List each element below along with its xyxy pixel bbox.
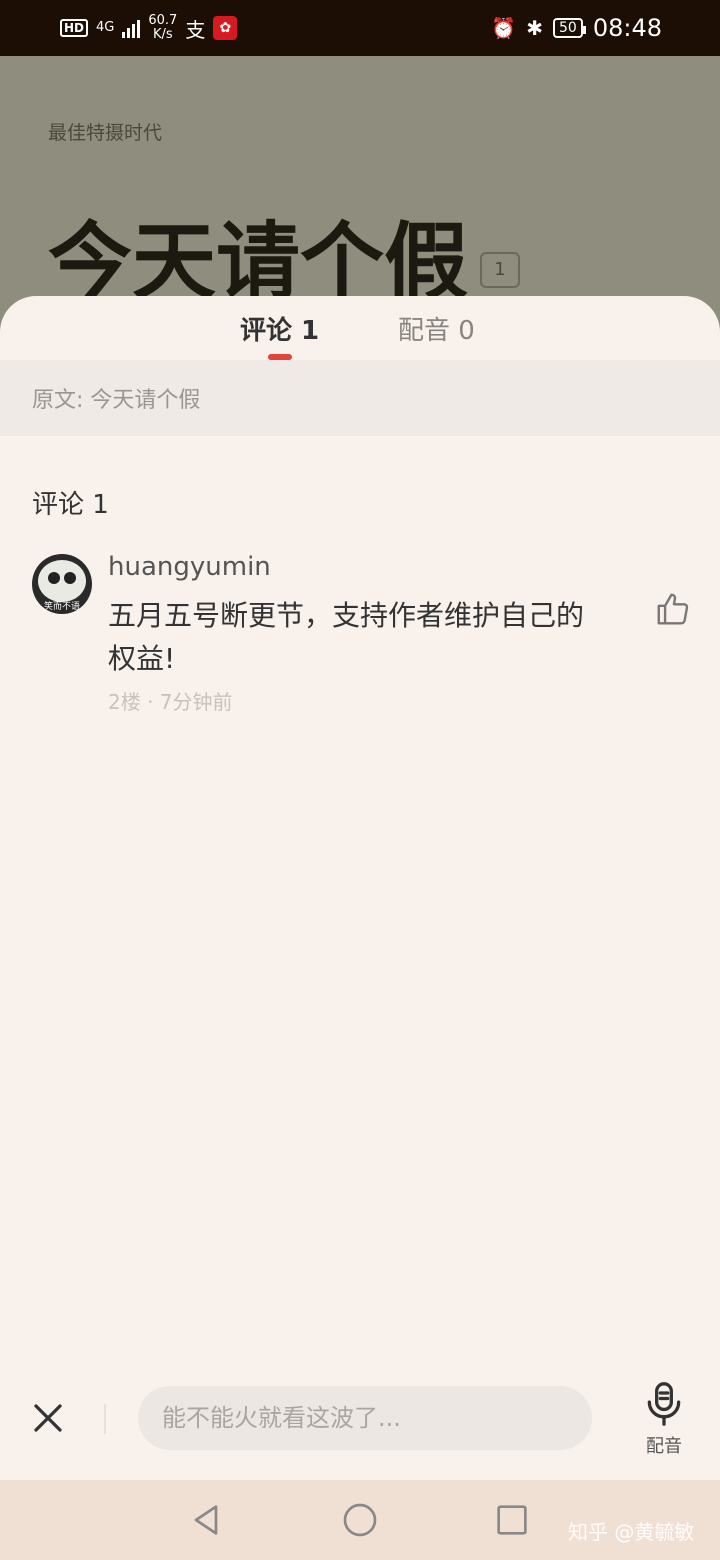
home-icon[interactable] (340, 1500, 380, 1540)
comment-username[interactable]: huangyumin (108, 552, 271, 582)
battery-icon: 50 (553, 18, 586, 38)
dub-label[interactable]: 配音 (640, 1432, 688, 1458)
avatar-caption: 笑而不语 (43, 602, 80, 612)
comment-input-bar: 能不能火就看这波了... 配音 (0, 1376, 720, 1480)
back-icon[interactable] (186, 1500, 226, 1540)
watermark: 知乎 @黄毓敏 (568, 1520, 695, 1544)
hd-badge: HD (60, 19, 89, 37)
tab-bar: 评论 1 配音 0 (0, 296, 720, 360)
source-quote: 原文: 今天请个假 (0, 360, 720, 436)
comment-input[interactable]: 能不能火就看这波了... (138, 1386, 592, 1450)
system-nav-bar: 知乎 @黄毓敏 (0, 1480, 720, 1560)
comment-item: 笑而不语 huangyumin 五月五号断更节，支持作者维护自己的权益! 2楼 … (32, 552, 692, 722)
alarm-icon: ⏰ (491, 16, 517, 40)
comments-header: 评论 1 (32, 490, 109, 520)
network-type: 4G (96, 20, 115, 35)
background-article: 最佳特摄时代 今天请个假 1 (0, 56, 720, 316)
signal-icon (122, 18, 141, 38)
source-text: 原文: 今天请个假 (32, 388, 201, 413)
avatar[interactable]: 笑而不语 (32, 554, 92, 614)
comment-text: 五月五号断更节，支持作者维护自己的权益! (108, 599, 585, 675)
alipay-icon: 支 (185, 17, 206, 42)
thumbs-up-icon[interactable] (654, 590, 692, 628)
close-icon[interactable] (30, 1400, 66, 1436)
network-speed: 60.7 K/s (148, 13, 178, 42)
panda-face (38, 560, 86, 602)
clock: 08:48 (592, 14, 662, 42)
status-bar: HD 4G 60.7 K/s 支 ✿ ⏰ ✱ 50 08:48 (0, 0, 720, 56)
tab-dubbing[interactable]: 配音 0 (398, 310, 475, 347)
divider (104, 1404, 106, 1434)
recents-icon[interactable] (492, 1500, 532, 1540)
comments-sheet: 评论 1 配音 0 原文: 今天请个假 评论 1 笑而不语 huangyumin… (0, 296, 720, 1480)
bluetooth-icon: ✱ (526, 16, 543, 40)
app-notification-icon: ✿ (213, 16, 238, 40)
comment-meta: 2楼 · 7分钟前 (108, 690, 233, 714)
tab-comments[interactable]: 评论 1 (240, 310, 319, 347)
microphone-icon[interactable] (642, 1380, 686, 1428)
comment-count-badge[interactable]: 1 (480, 252, 520, 288)
article-subtitle: 最佳特摄时代 (48, 122, 163, 144)
